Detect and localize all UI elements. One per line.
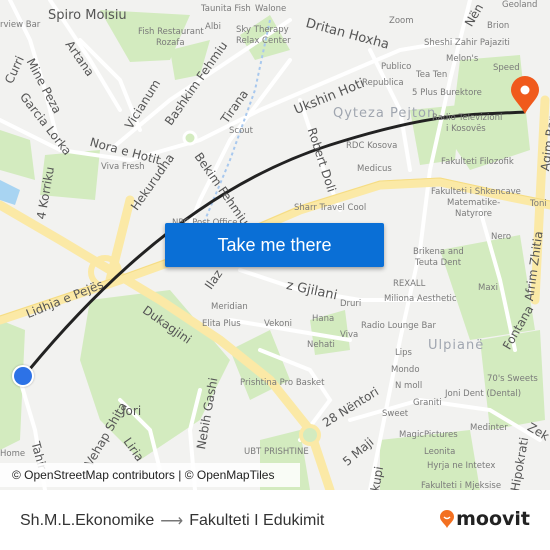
poi-label: Radio Televizioni	[432, 113, 503, 123]
roundabout	[182, 130, 198, 146]
poi-label: Nero	[491, 232, 512, 242]
poi-label: Relax Center	[236, 36, 291, 46]
poi-label: N moll	[395, 381, 423, 391]
poi-label: Elita Plus	[202, 319, 241, 329]
poi-label: Albi	[205, 22, 221, 32]
water-area	[0, 180, 20, 205]
poi-label: 70's Sweets	[487, 374, 538, 384]
poi-label: Geoland	[502, 0, 538, 10]
roundabout	[299, 424, 321, 446]
map-canvas[interactable]: Spiro Moisiu rview Bar Artana Curri Mine…	[0, 0, 550, 490]
poi-label: Speed	[493, 63, 520, 73]
moovit-logo: moovit	[440, 508, 530, 530]
poi-label: Meridian	[211, 302, 248, 312]
poi-label: Maxi	[478, 283, 498, 293]
poi-label: Republica	[362, 78, 404, 88]
poi-label: Taunita Fish	[201, 4, 251, 14]
poi-label: Joni Dent (Dental)	[445, 389, 522, 399]
arrow-right-icon: ⟶	[160, 513, 184, 530]
poi-label: Lips	[395, 348, 412, 358]
poi-label: Fakulteti Filozofik	[441, 157, 514, 167]
poi-label: Home	[0, 449, 26, 459]
poi-label: Hana	[312, 314, 335, 324]
brand-name: moovit	[456, 508, 530, 530]
poi-label: Brion	[487, 21, 510, 31]
route-title: Sh.M.L.Ekonomike ⟶ Fakulteti I Edukimit	[20, 511, 324, 531]
poi-label: rview Bar	[0, 20, 41, 30]
poi-label: Graniti	[413, 398, 442, 408]
destination-stop: Fakulteti I Edukimit	[189, 512, 325, 529]
poi-label: Zoom	[389, 16, 414, 26]
poi-label: Scout	[229, 126, 253, 136]
poi-label: Sheshi Zahir Pajaziti	[424, 38, 510, 48]
street-label: Spiro Moisiu	[48, 8, 127, 23]
poi-label: Publico	[381, 62, 412, 72]
poi-label: Walone	[255, 4, 287, 14]
poi-label: Medicus	[357, 164, 392, 174]
poi-label: Druri	[340, 299, 362, 309]
moovit-pin-icon	[440, 510, 455, 528]
poi-label: Viva	[340, 330, 359, 340]
poi-label: Fakulteti i Mjeksise	[421, 481, 502, 490]
poi-label: RDC Kosova	[346, 141, 398, 151]
area-label: Ulpianë	[428, 338, 485, 353]
poi-label: Hyrja ne Intetex	[427, 461, 496, 471]
poi-label: Tea Ten	[416, 70, 448, 80]
poi-label: REXALL	[393, 279, 426, 289]
poi-label: Mondo	[391, 365, 420, 375]
poi-label: Rozafa	[156, 38, 185, 48]
poi-label: MagicPictures	[399, 430, 458, 440]
origin-marker[interactable]	[12, 365, 34, 387]
poi-label: Leonita	[424, 447, 456, 457]
footer-bar: Sh.M.L.Ekonomike ⟶ Fakulteti I Edukimit …	[0, 490, 550, 550]
poi-label: i Kosovës	[446, 124, 486, 134]
poi-label: Miliona Aesthetic	[384, 294, 457, 304]
poi-label: Medinter	[470, 423, 508, 433]
poi-label: Fakulteti i Shkencave	[431, 187, 521, 197]
poi-label: Matematike-	[447, 198, 501, 208]
area-label: Qyteza Pejton	[333, 106, 437, 121]
poi-label: Brikena and	[413, 247, 464, 257]
poi-label: Sharr Travel Cool	[294, 203, 367, 213]
poi-label: Nehati	[307, 340, 335, 350]
poi-label: Vekoni	[264, 319, 292, 329]
poi-label: Natyrore	[455, 209, 492, 219]
poi-label: 5 Plus Burektore	[412, 88, 482, 98]
poi-label: Melon's	[446, 54, 479, 64]
poi-label: Sky Therapy	[236, 25, 289, 35]
poi-label: Prishtina Pro Basket	[240, 378, 325, 388]
poi-label: Fish Restaurant	[138, 27, 204, 37]
street-label: Jori	[122, 404, 142, 418]
poi-label: Sweet	[382, 409, 409, 419]
origin-stop: Sh.M.L.Ekonomike	[20, 512, 155, 529]
poi-label: Teuta Dent	[415, 258, 462, 268]
map-attribution[interactable]: © OpenStreetMap contributors | © OpenMap…	[0, 463, 300, 487]
poi-label: UBT PRISHTINE	[244, 447, 309, 457]
poi-label: Viva Fresh	[101, 162, 145, 172]
poi-label: Radio Lounge Bar	[361, 321, 437, 331]
take-me-there-button[interactable]: Take me there	[165, 223, 384, 267]
poi-label: Toni	[530, 199, 547, 209]
